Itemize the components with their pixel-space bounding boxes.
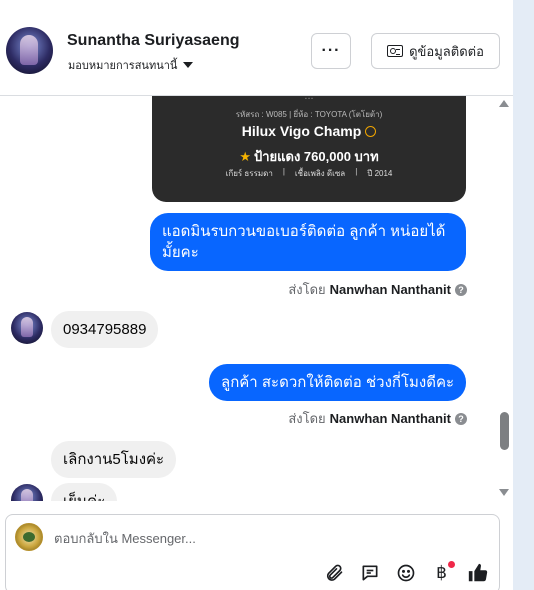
car-spec-gear: เกียร์ ธรรมดา [225,169,273,178]
car-listing-image[interactable]: ... รหัสรถ : W085 | ยี่ห้อ : TOYOTA (โตโ… [152,96,466,202]
car-card-top-text: ... [304,96,314,102]
car-spec-fuel: เชื้อเพลิง ดีเซล [294,169,346,178]
view-contact-label: ดูข้อมูลติดต่อ [409,43,484,59]
contact-card-icon [387,45,404,57]
info-icon[interactable]: ? [455,412,467,425]
attachment-icon[interactable] [322,561,345,584]
like-icon[interactable] [466,561,489,584]
car-specs: เกียร์ ธรรมดา | เชื้อเพลิง ดีเซล | ปี 20… [225,167,393,178]
car-spec-year: ปี 2014 [367,169,393,178]
conversation-header: Sunantha Suriyasaeng มอบหมายการสนทนานี้ … [0,0,513,96]
star-icon: ★ [239,149,251,164]
car-model: Hilux Vigo Champ [152,123,466,139]
verified-icon [365,126,377,137]
scrollbar-thumb[interactable] [500,412,509,450]
message-outgoing[interactable]: แอดมินรบกวนขอเบอร์ติดต่อ ลูกค้า หน่อยได้… [150,213,466,271]
assign-conversation-dropdown[interactable]: มอบหมายการสนทนานี้ [68,56,194,74]
scroll-down-arrow[interactable] [499,489,509,496]
car-meta: รหัสรถ : W085 | ยี่ห้อ : TOYOTA (โตโยต้า… [235,110,383,119]
baht-symbol: ฿ [436,562,447,582]
sent-by-label: ส่งโดย Nanwhan Nanthanit? [288,279,467,300]
composer-toolbar: ฿ [322,561,489,584]
more-options-button[interactable]: ··· [311,33,351,69]
contact-avatar[interactable] [6,27,53,74]
reply-composer: ฿ [5,514,500,590]
more-icon: ··· [321,42,341,59]
chevron-down-icon [183,62,194,68]
view-contact-button[interactable]: ดูข้อมูลติดต่อ [371,33,500,69]
message-incoming[interactable]: เลิกงาน5โมงค่ะ [51,441,177,478]
message-outgoing[interactable]: ลูกค้า สะดวกให้ติดต่อ ช่วงกี่โมงดีคะ [209,364,467,401]
saved-reply-icon[interactable] [358,561,381,584]
contact-avatar-small[interactable] [11,484,43,501]
scroll-up-arrow[interactable] [499,100,509,107]
car-price: ★ ป้ายแดง 760,000 บาท [239,149,379,164]
payment-icon[interactable]: ฿ [430,561,455,584]
notification-dot [448,561,455,568]
assign-label: มอบหมายการสนทนานี้ [68,60,178,72]
sent-by-label: ส่งโดย Nanwhan Nanthanit? [288,408,467,429]
info-icon[interactable]: ? [455,283,467,296]
message-thread[interactable]: ... รหัสรถ : W085 | ยี่ห้อ : TOYOTA (โตโ… [0,96,513,501]
contact-avatar-small[interactable] [11,312,43,344]
contact-name[interactable]: Sunantha Suriyasaeng [67,32,240,50]
message-incoming[interactable]: เย็นค่ะ [51,483,118,501]
page-avatar [15,523,43,551]
emoji-icon[interactable] [394,561,417,584]
window-edge [513,0,534,590]
message-incoming[interactable]: 0934795889 [51,311,159,348]
reply-input[interactable] [54,529,474,547]
